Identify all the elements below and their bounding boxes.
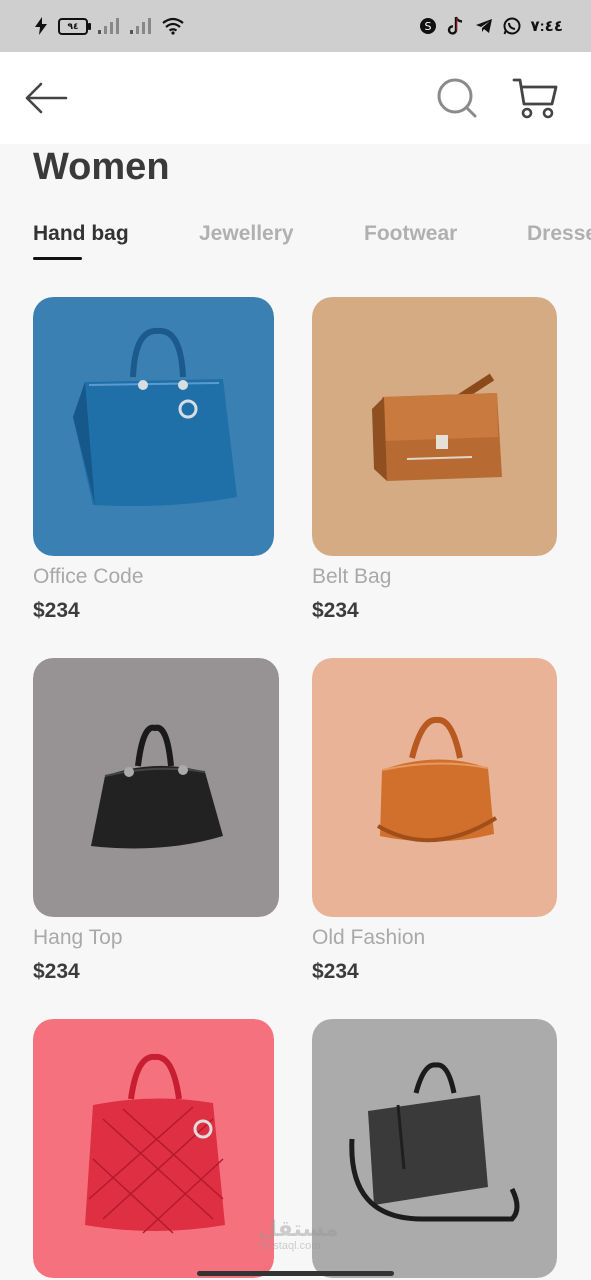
product-image-grey-laptop-bag[interactable] — [312, 1019, 557, 1278]
status-left: ٩٤ — [34, 14, 184, 38]
tab-dresses[interactable]: Dresses — [527, 222, 591, 246]
product-card[interactable]: Old Fashion $234 — [312, 658, 557, 998]
category-tabs: Hand bag Jewellery Footwear Dresses — [0, 222, 591, 266]
active-tab-indicator — [33, 257, 82, 260]
product-name: Old Fashion — [312, 926, 426, 949]
battery-icon: ٩٤ — [58, 17, 91, 35]
product-price: $234 — [33, 599, 80, 622]
battery-level: ٩٤ — [67, 20, 79, 31]
signal-icon-2 — [130, 18, 151, 34]
product-card[interactable]: Office Code $234 — [33, 297, 274, 637]
product-name: Belt Bag — [312, 565, 392, 588]
watermark: مستقل mostaql.com — [258, 1216, 338, 1252]
product-image-orange-duffel-bag[interactable] — [312, 658, 557, 917]
whatsapp-icon — [503, 17, 521, 35]
watermark-sub: mostaql.com — [258, 1240, 321, 1252]
status-bar: ٩٤ S ٧:٤٤ — [0, 0, 591, 52]
product-price: $234 — [312, 960, 359, 983]
product-image-red-quilted-handbag[interactable] — [33, 1019, 274, 1278]
tab-hand-bag[interactable]: Hand bag — [33, 222, 129, 246]
search-icon[interactable] — [436, 77, 478, 119]
watermark-text: مستقل — [258, 1216, 339, 1241]
product-card[interactable]: Hang Top $234 — [33, 658, 279, 998]
cart-icon[interactable] — [512, 76, 558, 120]
tab-jewellery[interactable]: Jewellery — [199, 222, 294, 246]
arrow-left-icon[interactable] — [24, 81, 68, 115]
tiktok-icon — [447, 16, 462, 35]
clock: ٧:٤٤ — [530, 18, 563, 35]
product-price: $234 — [33, 960, 80, 983]
svg-text:S: S — [424, 20, 431, 33]
product-card[interactable]: Belt Bag $234 — [312, 297, 557, 637]
product-name: Hang Top — [33, 926, 123, 949]
product-price: $234 — [312, 599, 359, 622]
home-indicator[interactable] — [197, 1271, 394, 1276]
wifi-icon — [162, 17, 184, 35]
tab-footwear[interactable]: Footwear — [364, 222, 457, 246]
telegram-icon — [475, 19, 492, 33]
product-image-black-handbag[interactable] — [33, 658, 279, 917]
product-card[interactable] — [33, 1019, 274, 1278]
product-image-blue-handbag[interactable] — [33, 297, 274, 556]
page-title: Women — [33, 146, 170, 188]
product-card[interactable] — [312, 1019, 557, 1278]
charging-icon — [35, 17, 47, 35]
product-image-brown-messenger-bag[interactable] — [312, 297, 557, 556]
product-name: Office Code — [33, 565, 144, 588]
app-bar — [0, 52, 591, 144]
app-notification-icon: S — [419, 18, 436, 34]
signal-icon-1 — [98, 18, 119, 34]
status-right: S ٧:٤٤ — [419, 14, 563, 38]
